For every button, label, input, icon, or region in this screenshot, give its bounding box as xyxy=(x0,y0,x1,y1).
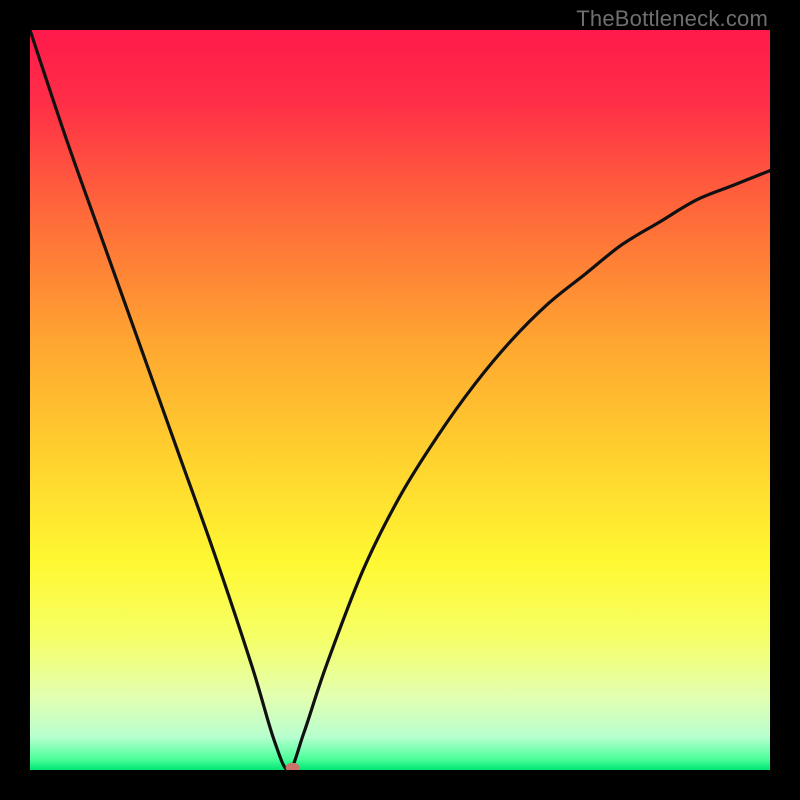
minimum-marker xyxy=(286,763,300,770)
plot-area xyxy=(30,30,770,770)
watermark-text: TheBottleneck.com xyxy=(576,6,768,32)
chart-frame: TheBottleneck.com xyxy=(0,0,800,800)
bottleneck-curve xyxy=(30,30,770,770)
curve-layer xyxy=(30,30,770,770)
